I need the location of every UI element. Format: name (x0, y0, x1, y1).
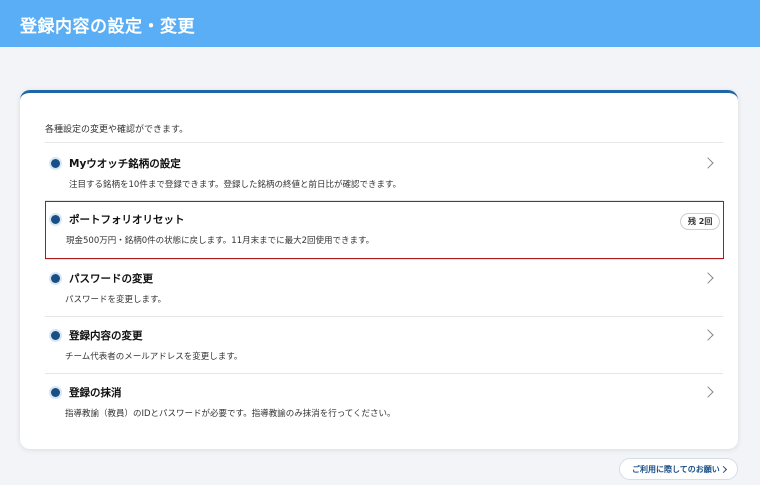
bullet-icon (51, 159, 60, 168)
bullet-icon (51, 215, 60, 224)
settings-item-password[interactable]: パスワードの変更 パスワードを変更します。 (45, 260, 723, 316)
settings-card: 各種設定の変更や確認ができます。 Myウオッチ銘柄の設定 注目する銘柄を10件ま… (20, 90, 738, 449)
chevron-right-icon (702, 272, 714, 284)
chevron-right-icon (702, 329, 714, 341)
settings-item-watchlist[interactable]: Myウオッチ銘柄の設定 注目する銘柄を10件まで登録できます。登録した銘柄の終値… (45, 145, 723, 201)
settings-item-registration[interactable]: 登録内容の変更 チーム代表者のメールアドレスを変更します。 (45, 317, 723, 373)
chevron-right-icon (702, 386, 714, 398)
item-title: 登録内容の変更 (69, 330, 143, 342)
item-title: ポートフォリオリセット (69, 214, 185, 226)
item-title: 登録の抹消 (69, 387, 122, 399)
bullet-icon (51, 331, 60, 340)
chevron-right-icon (702, 157, 714, 169)
usage-notes-button[interactable]: ご利用に際してのお願い (619, 458, 738, 480)
page-header: 登録内容の設定・変更 (0, 0, 760, 47)
item-title: Myウオッチ銘柄の設定 (69, 158, 181, 170)
page-title: 登録内容の設定・変更 (20, 17, 195, 37)
item-description: 指導教諭（教員）のIDとパスワードが必要です。指導教諭のみ抹消を行ってください。 (65, 409, 396, 419)
divider (45, 142, 723, 143)
chevron-right-icon (719, 465, 728, 474)
bullet-icon (51, 274, 60, 283)
remaining-count-badge: 残 2回 (680, 213, 721, 230)
item-description: チーム代表者のメールアドレスを変更します。 (65, 352, 243, 362)
settings-item-delete-registration[interactable]: 登録の抹消 指導教諭（教員）のIDとパスワードが必要です。指導教諭のみ抹消を行っ… (45, 374, 723, 430)
item-description: 注目する銘柄を10件まで登録できます。登録した銘柄の終値と前日比が確認できます。 (69, 180, 402, 190)
settings-item-portfolio-reset[interactable]: ポートフォリオリセット 現金500万円・銘柄0件の状態に戻します。11月末までに… (45, 201, 724, 259)
item-description: 現金500万円・銘柄0件の状態に戻します。11月末までに最大2回使用できます。 (66, 236, 375, 246)
usage-notes-label: ご利用に際してのお願い (632, 465, 720, 474)
intro-text: 各種設定の変更や確認ができます。 (45, 125, 189, 135)
item-description: パスワードを変更します。 (65, 295, 167, 305)
bullet-icon (51, 388, 60, 397)
item-title: パスワードの変更 (69, 273, 153, 285)
